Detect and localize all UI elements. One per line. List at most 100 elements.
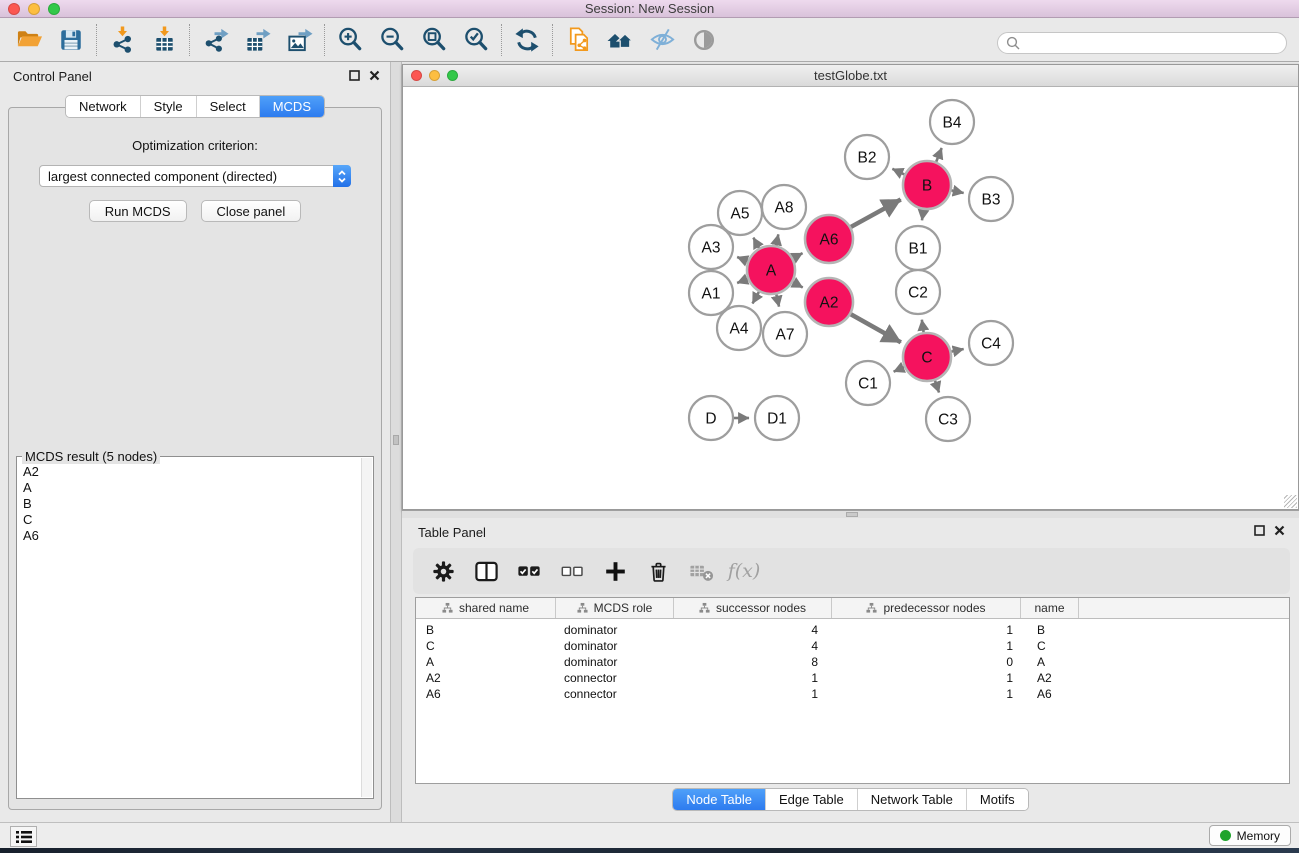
close-panel-icon[interactable] [1274,525,1285,536]
refresh-icon[interactable] [512,22,542,58]
table-row[interactable]: Adominator80A [416,654,1289,670]
graph-edge-C-C1[interactable] [894,367,905,372]
graph-edge-B-B1[interactable] [922,210,924,221]
import-table-icon[interactable] [149,22,179,58]
save-icon[interactable] [56,22,86,58]
window-resize-grip[interactable] [1284,495,1297,508]
graph-edge-A-A4[interactable] [753,292,759,304]
export-image-icon[interactable] [284,22,314,58]
tab-network[interactable]: Network [66,96,140,117]
criterion-dropdown[interactable]: largest connected component (directed) [39,165,351,187]
column-header-successor-nodes[interactable]: successor nodes [674,598,832,618]
graph-node-A4[interactable]: A4 [717,306,761,350]
zoom-in-icon[interactable] [335,22,365,58]
zoom-selected-icon[interactable] [461,22,491,58]
graph-node-B2[interactable]: B2 [845,135,889,179]
column-header-shared-name[interactable]: shared name [416,598,556,618]
tab-edge-table[interactable]: Edge Table [765,789,857,810]
table-row[interactable]: Bdominator41B [416,622,1289,638]
run-mcds-button[interactable]: Run MCDS [89,200,187,222]
show-all-icon[interactable] [689,22,719,58]
graph-node-B1[interactable]: B1 [896,226,940,270]
graph-edge-A-A1[interactable] [737,279,748,283]
graph-node-B[interactable]: B [903,161,951,209]
graph-edge-B-B3[interactable] [951,190,963,193]
tab-network-table[interactable]: Network Table [857,789,966,810]
graph-node-A6[interactable]: A6 [805,215,853,263]
mcds-result-item[interactable]: A6 [18,528,360,544]
graph-edge-A2-C[interactable] [851,314,901,342]
table-row[interactable]: A6connector11A6 [416,686,1289,702]
new-network-from-selection-icon[interactable] [563,22,593,58]
zoom-out-icon[interactable] [377,22,407,58]
divider-grip[interactable] [393,435,399,445]
column-header-MCDS-role[interactable]: MCDS role [556,598,674,618]
mcds-result-item[interactable]: A [18,480,360,496]
open-file-icon[interactable] [14,22,44,58]
close-panel-button[interactable]: Close panel [201,200,302,222]
graph-node-C4[interactable]: C4 [969,321,1013,365]
graph-node-C[interactable]: C [903,333,951,381]
graph-node-C1[interactable]: C1 [846,361,890,405]
add-icon[interactable] [602,556,628,586]
deselect-all-icon[interactable] [559,556,585,586]
graph-node-C2[interactable]: C2 [896,270,940,314]
graph-edge-A-A2[interactable] [793,282,803,287]
column-view-icon[interactable] [473,556,499,586]
column-header-predecessor-nodes[interactable]: predecessor nodes [832,598,1021,618]
tab-select[interactable]: Select [196,96,259,117]
tab-mcds[interactable]: MCDS [259,96,324,117]
mcds-result-item[interactable]: A2 [18,464,360,480]
graph-node-B4[interactable]: B4 [930,100,974,144]
float-panel-icon[interactable] [1254,525,1265,536]
table-row[interactable]: Cdominator41C [416,638,1289,654]
zoom-fit-icon[interactable] [419,22,449,58]
hide-selected-icon[interactable] [647,22,677,58]
import-network-icon[interactable] [107,22,137,58]
select-all-icon[interactable] [516,556,542,586]
graph-edge-A-A3[interactable] [737,257,748,261]
graph-edge-A-A5[interactable] [753,238,759,248]
mcds-result-item[interactable]: B [18,496,360,512]
tab-node-table[interactable]: Node Table [673,789,765,810]
tab-motifs[interactable]: Motifs [966,789,1028,810]
graph-edge-C-C4[interactable] [951,349,963,352]
result-list-scrollbar[interactable] [361,458,372,797]
graph-edge-C-C2[interactable] [922,320,924,333]
export-network-icon[interactable] [200,22,230,58]
graph-node-A3[interactable]: A3 [689,225,733,269]
graph-node-C3[interactable]: C3 [926,397,970,441]
export-table-icon[interactable] [242,22,272,58]
graph-edge-A6-B[interactable] [851,199,901,226]
graph-edge-B-B4[interactable] [936,148,941,162]
graph-node-D1[interactable]: D1 [755,396,799,440]
graph-node-D[interactable]: D [689,396,733,440]
graph-edge-A-A7[interactable] [776,294,779,306]
close-panel-icon[interactable] [369,70,380,81]
graph-node-A[interactable]: A [747,246,795,294]
graph-node-B3[interactable]: B3 [969,177,1013,221]
graph-edge-A-A6[interactable] [793,253,802,258]
table-row[interactable]: A2connector11A2 [416,670,1289,686]
graph-node-A7[interactable]: A7 [763,312,807,356]
graph-node-A2[interactable]: A2 [805,278,853,326]
mcds-result-item[interactable]: C [18,512,360,528]
graph-edge-B-B2[interactable] [892,169,904,175]
home-icon[interactable] [605,22,635,58]
task-history-button[interactable] [10,826,37,847]
divider-grip[interactable] [846,512,858,517]
search-input[interactable] [1020,36,1286,51]
delete-icon[interactable] [645,556,671,586]
graph-edge-A-A8[interactable] [776,234,778,245]
search-field[interactable] [997,32,1287,54]
vertical-split-divider[interactable] [390,62,402,822]
memory-button[interactable]: Memory [1209,825,1291,846]
settings-gear-icon[interactable] [430,556,456,586]
graph-node-A8[interactable]: A8 [762,185,806,229]
column-header-name[interactable]: name [1021,598,1079,618]
graph-edge-C-C3[interactable] [935,381,939,393]
tab-style[interactable]: Style [140,96,196,117]
float-panel-icon[interactable] [349,70,360,81]
graph-node-A1[interactable]: A1 [689,271,733,315]
network-canvas[interactable]: B4B2BB3A8A5A6A3B1AC2A1A2A4A7C4CC1DD1C3 [403,87,1298,509]
